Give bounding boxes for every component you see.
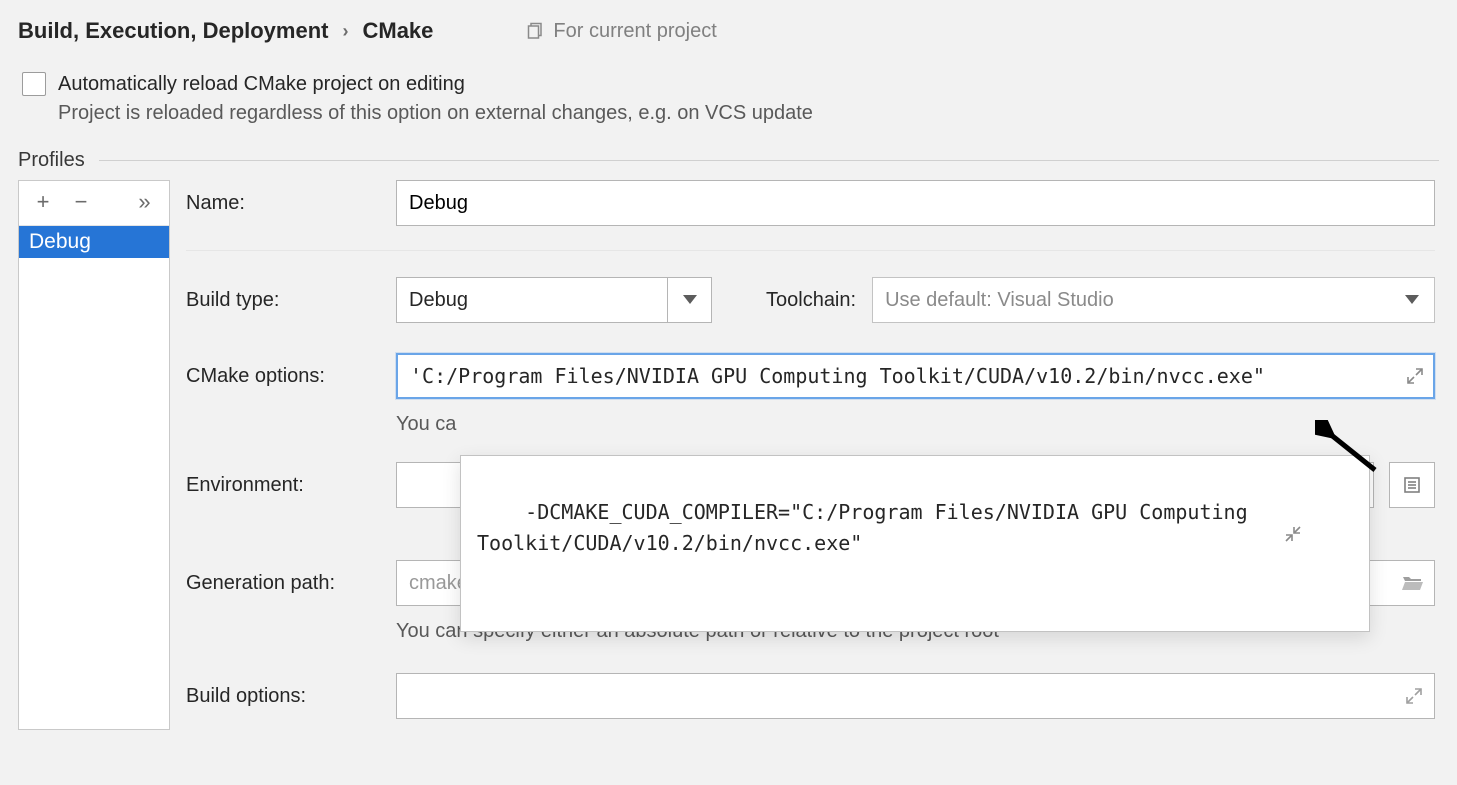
environment-label: Environment: <box>186 474 396 497</box>
breadcrumb-parent[interactable]: Build, Execution, Deployment <box>18 18 328 44</box>
profiles-section-label: Profiles <box>18 149 1439 172</box>
profiles-sidebar: + − » Debug <box>18 180 170 730</box>
remove-profile-button[interactable]: − <box>67 189 95 215</box>
toolchain-label: Toolchain: <box>766 289 856 312</box>
divider <box>186 250 1435 251</box>
breadcrumb-current: CMake <box>362 18 433 44</box>
more-profile-actions-button[interactable]: » <box>131 189 159 215</box>
autoreload-hint: Project is reloaded regardless of this o… <box>58 102 1439 125</box>
folder-open-icon[interactable] <box>1402 574 1424 592</box>
profiles-label-text: Profiles <box>18 149 99 172</box>
cmake-options-value: 'C:/Program Files/NVIDIA GPU Computing T… <box>410 364 1265 388</box>
profile-item-debug[interactable]: Debug <box>19 226 169 258</box>
name-input[interactable] <box>396 180 1435 226</box>
name-label: Name: <box>186 192 396 215</box>
autoreload-checkbox[interactable] <box>22 72 46 96</box>
scope-badge: For current project <box>527 20 716 43</box>
toolchain-combo[interactable]: Use default: Visual Studio <box>872 277 1435 323</box>
build-options-input[interactable] <box>396 673 1435 719</box>
add-profile-button[interactable]: + <box>29 189 57 215</box>
build-options-label: Build options: <box>186 685 396 708</box>
cmake-options-label: CMake options: <box>186 365 396 388</box>
scope-label: For current project <box>553 20 716 43</box>
settings-pane: Build, Execution, Deployment › CMake For… <box>0 0 1457 785</box>
build-type-combo[interactable]: Debug <box>396 277 712 323</box>
profiles-toolbar: + − » <box>19 181 169 226</box>
build-type-value: Debug <box>409 289 468 312</box>
environment-edit-button[interactable] <box>1389 462 1435 508</box>
cmake-hint-truncated: You ca <box>396 413 1435 436</box>
copy-icon <box>527 22 545 40</box>
autoreload-label[interactable]: Automatically reload CMake project on ed… <box>58 73 465 96</box>
cmake-options-expanded-text: -DCMAKE_CUDA_COMPILER="C:/Program Files/… <box>477 500 1260 555</box>
cmake-options-expanded-popup[interactable]: -DCMAKE_CUDA_COMPILER="C:/Program Files/… <box>460 455 1370 632</box>
toolchain-value: Use default: Visual Studio <box>885 289 1114 312</box>
breadcrumb: Build, Execution, Deployment › CMake For… <box>18 18 1439 44</box>
chevron-down-icon <box>1390 278 1434 322</box>
expand-icon[interactable] <box>1402 688 1426 704</box>
generation-path-label: Generation path: <box>186 572 396 595</box>
divider <box>99 160 1439 161</box>
build-type-label: Build type: <box>186 289 396 312</box>
cmake-options-input[interactable]: 'C:/Program Files/NVIDIA GPU Computing T… <box>396 353 1435 399</box>
chevron-down-icon <box>667 278 711 322</box>
chevron-right-icon: › <box>342 21 348 42</box>
expand-icon[interactable] <box>1403 368 1427 384</box>
collapse-icon[interactable] <box>1281 464 1361 604</box>
